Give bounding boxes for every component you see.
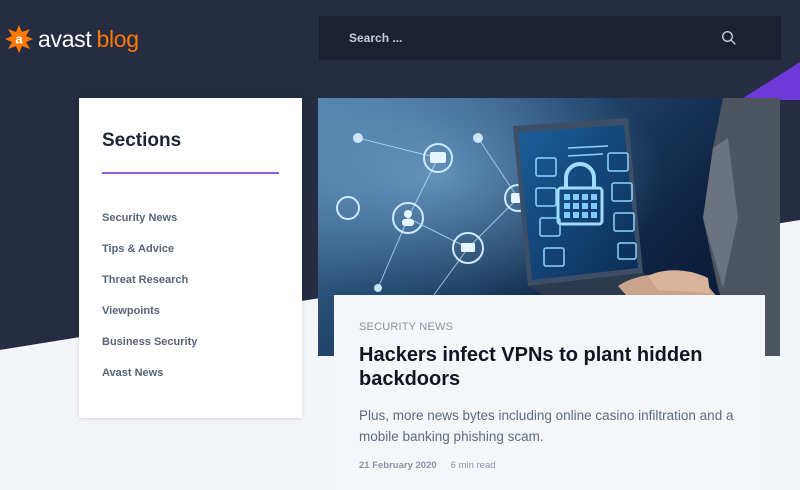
search-bar [319, 16, 781, 60]
featured-article-card: SECURITY NEWS Hackers infect VPNs to pla… [334, 295, 765, 490]
article-date: 21 February 2020 [359, 460, 437, 471]
sections-list: Security News Tips & Advice Threat Resea… [102, 208, 197, 394]
logo-suffix: blog [96, 25, 139, 52]
article-meta: 21 February 2020 6 min read [359, 460, 496, 471]
article-read-time: 6 min read [450, 460, 496, 471]
section-item-tips-advice: Tips & Advice [102, 239, 197, 270]
section-link-threat-research[interactable]: Threat Research [102, 274, 188, 286]
search-input[interactable] [349, 16, 729, 60]
section-link-business-security[interactable]: Business Security [102, 336, 197, 348]
section-item-threat-research: Threat Research [102, 270, 197, 301]
svg-text:a: a [15, 32, 23, 47]
sections-panel: Sections Security News Tips & Advice Thr… [79, 98, 302, 418]
section-link-avast-news[interactable]: Avast News [102, 367, 163, 379]
section-link-security-news[interactable]: Security News [102, 212, 177, 224]
avast-logo-icon: a [4, 24, 34, 54]
sections-divider [102, 172, 279, 174]
article-title[interactable]: Hackers infect VPNs to plant hidden back… [359, 343, 749, 391]
section-link-viewpoints[interactable]: Viewpoints [102, 305, 160, 317]
logo-word: avast [38, 25, 92, 52]
article-category[interactable]: SECURITY NEWS [359, 321, 453, 333]
section-item-viewpoints: Viewpoints [102, 301, 197, 332]
section-item-security-news: Security News [102, 208, 197, 239]
section-link-tips-advice[interactable]: Tips & Advice [102, 243, 174, 255]
avast-blog-logo[interactable]: a avast blog [4, 24, 139, 54]
section-item-avast-news: Avast News [102, 363, 197, 394]
article-excerpt: Plus, more news bytes including online c… [359, 408, 734, 444]
sections-title: Sections [102, 130, 182, 151]
section-item-business-security: Business Security [102, 332, 197, 363]
logo-wordmark: avast blog [38, 26, 139, 53]
search-icon[interactable] [721, 30, 737, 46]
